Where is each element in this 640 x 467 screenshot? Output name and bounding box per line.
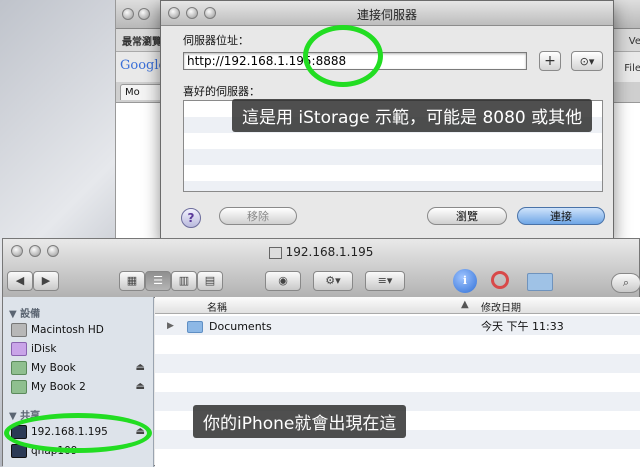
add-favorite-button[interactable]: +: [539, 51, 561, 71]
arrange-menu-icon[interactable]: ≡▾: [365, 271, 405, 291]
icon-view-button[interactable]: ▦: [119, 271, 145, 291]
sidebar-item-my-book[interactable]: My Book ⏏: [11, 359, 149, 377]
list-view-button[interactable]: ☰: [145, 271, 171, 291]
browser-menu-fragment: Ve: [628, 36, 640, 47]
column-header-date[interactable]: 修改日期: [481, 299, 521, 314]
list-header: 名稱 ▲ 修改日期: [155, 297, 640, 314]
column-header-name[interactable]: 名稱: [207, 299, 227, 314]
tutorial-caption-top: 這是用 iStorage 示範，可能是 8080 或其他: [232, 99, 593, 132]
prohibited-icon[interactable]: [491, 271, 509, 289]
sidebar-item-my-book-2[interactable]: My Book 2 ⏏: [11, 378, 149, 396]
connect-button[interactable]: 連接: [517, 207, 605, 225]
eject-icon[interactable]: ⏏: [136, 378, 145, 396]
finder-file-list: 名稱 ▲ 修改日期 ▶ Documents 今天 下午 11:33: [155, 297, 640, 467]
help-button[interactable]: ?: [181, 208, 201, 228]
hard-drive-icon: [11, 323, 27, 337]
highlight-ring-server: [4, 413, 152, 453]
sort-indicator-icon: ▲: [461, 299, 469, 310]
eject-icon[interactable]: ⏏: [136, 359, 145, 377]
file-date: 今天 下午 11:33: [481, 320, 564, 333]
highlight-ring-port: [303, 25, 383, 87]
disclosure-triangle-icon[interactable]: ▶: [167, 317, 174, 336]
cover-flow-button[interactable]: ▤: [197, 271, 223, 291]
bookmarks-most-visited[interactable]: 最常瀏覽: [122, 33, 162, 48]
info-icon[interactable]: i: [453, 269, 477, 293]
search-icon[interactable]: ⌕: [611, 273, 640, 293]
folder-icon: [187, 321, 203, 333]
close-button[interactable]: [122, 8, 134, 20]
external-drive-icon: [11, 380, 27, 394]
minimize-button[interactable]: [138, 8, 150, 20]
server-address-label: 伺服器位址：: [183, 34, 249, 47]
network-volume-icon: [268, 246, 282, 259]
action-gear-icon[interactable]: ⚙▾: [313, 271, 353, 291]
finder-window-title: 192.168.1.195: [3, 245, 639, 259]
sidebar-item-macintosh-hd[interactable]: Macintosh HD: [11, 321, 149, 339]
finder-title-text: 192.168.1.195: [285, 245, 374, 259]
favorite-servers-label: 喜好的伺服器：: [183, 85, 260, 98]
remove-button[interactable]: 移除: [219, 207, 297, 225]
devices-header: ▼ 設備: [9, 309, 41, 320]
new-folder-icon[interactable]: [527, 273, 553, 291]
browser-menu-fragment: File: [624, 63, 640, 74]
file-name: Documents: [209, 320, 272, 333]
dialog-titlebar: 連接伺服器: [161, 1, 613, 26]
back-button[interactable]: ◀: [7, 271, 33, 291]
idisk-icon: [11, 342, 27, 356]
sidebar-item-idisk[interactable]: iDisk: [11, 340, 149, 358]
column-view-button[interactable]: ▥: [171, 271, 197, 291]
dialog-title: 連接伺服器: [356, 8, 417, 22]
recent-servers-button[interactable]: ⊙▾: [571, 51, 603, 71]
external-drive-icon: [11, 361, 27, 375]
tutorial-caption-bottom: 你的iPhone就會出現在這: [193, 405, 407, 438]
finder-toolbar: 192.168.1.195 ◀ ▶ ▦ ☰ ▥ ▤ ◉ ⚙▾ ≡▾ i ⌕: [3, 239, 640, 298]
table-row[interactable]: ▶ Documents 今天 下午 11:33: [155, 317, 640, 336]
forward-button[interactable]: ▶: [33, 271, 59, 291]
browse-button[interactable]: 瀏覽: [427, 207, 507, 225]
quick-look-eye-icon[interactable]: ◉: [265, 271, 301, 291]
